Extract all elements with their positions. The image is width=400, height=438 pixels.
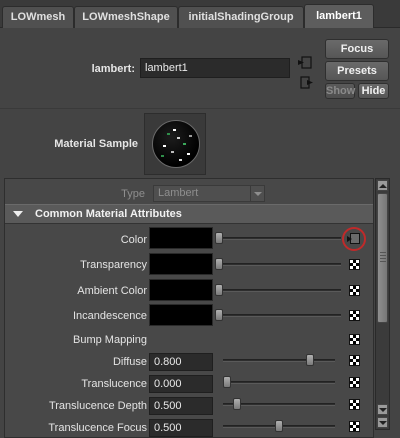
- texture-checker-icon[interactable]: [349, 285, 360, 296]
- incandescence-slider-thumb[interactable]: [215, 309, 223, 321]
- translucence-focus-slider-thumb[interactable]: [275, 420, 283, 432]
- material-sample-sphere: [152, 120, 200, 168]
- transparency-slider-thumb[interactable]: [215, 258, 223, 270]
- translucence-field[interactable]: 0.000: [149, 375, 213, 393]
- ambient-color-label: Ambient Color: [77, 285, 147, 297]
- type-label: Type: [121, 188, 145, 200]
- type-value: Lambert: [158, 187, 199, 199]
- color-slider[interactable]: [217, 237, 341, 240]
- output-connection-icon[interactable]: [300, 76, 314, 90]
- translucence-label: Translucence: [81, 378, 147, 390]
- highlight-circle: [342, 227, 366, 251]
- transparency-swatch[interactable]: [149, 253, 213, 275]
- type-dropdown[interactable]: Lambert: [153, 185, 265, 202]
- color-slider-thumb[interactable]: [215, 232, 223, 244]
- tab-lambert1[interactable]: lambert1: [304, 4, 374, 28]
- common-material-attributes-header[interactable]: Common Material Attributes: [5, 204, 373, 224]
- tab-initialshadinggroup[interactable]: initialShadingGroup: [178, 6, 304, 28]
- translucence-slider-thumb[interactable]: [223, 376, 231, 388]
- color-swatch[interactable]: [149, 227, 213, 249]
- scroll-down-button[interactable]: [377, 404, 388, 415]
- transparency-slider[interactable]: [217, 263, 341, 266]
- section-title: Common Material Attributes: [35, 208, 182, 220]
- diffuse-slider[interactable]: [223, 359, 335, 362]
- incandescence-slider[interactable]: [217, 314, 341, 317]
- ambient-color-swatch[interactable]: [149, 279, 213, 301]
- hide-button[interactable]: Hide: [358, 83, 389, 99]
- node-header: lambert: Focus Presets Show Hide: [0, 28, 400, 108]
- material-sample-label: Material Sample: [54, 138, 138, 150]
- translucence-slider[interactable]: [223, 381, 335, 384]
- incandescence-label: Incandescence: [73, 310, 147, 322]
- translucence-depth-slider-thumb[interactable]: [233, 398, 242, 410]
- texture-checker-icon[interactable]: [349, 355, 360, 366]
- tab-bar: LOWmesh LOWmeshShape initialShadingGroup…: [0, 0, 400, 28]
- node-name-label: lambert:: [91, 63, 135, 75]
- material-sample-swatch[interactable]: [144, 113, 206, 175]
- scroll-up-button[interactable]: [377, 180, 388, 191]
- color-label: Color: [120, 234, 147, 246]
- texture-checker-icon[interactable]: [349, 377, 360, 388]
- focus-button[interactable]: Focus: [325, 39, 389, 59]
- input-connection-icon[interactable]: [298, 56, 312, 70]
- texture-checker-icon[interactable]: [349, 399, 360, 410]
- chevron-down-icon: [250, 186, 264, 201]
- attribute-scrollbar[interactable]: [375, 178, 390, 430]
- tab-lowmesh[interactable]: LOWmesh: [2, 6, 74, 28]
- show-button[interactable]: Show: [325, 83, 355, 99]
- material-sample-row: Material Sample: [0, 108, 400, 178]
- translucence-focus-label: Translucence Focus: [48, 422, 147, 434]
- collapse-triangle-icon: [13, 211, 23, 217]
- translucence-focus-field[interactable]: 0.500: [149, 419, 213, 437]
- diffuse-field[interactable]: 0.800: [149, 353, 213, 371]
- ambient-color-slider[interactable]: [217, 289, 341, 292]
- ambient-color-slider-thumb[interactable]: [215, 284, 223, 296]
- scroll-down-button-2[interactable]: [377, 417, 388, 428]
- attribute-panel: Type Lambert Common Material Attributes …: [4, 178, 374, 438]
- texture-checker-icon[interactable]: [349, 259, 360, 270]
- node-name-field[interactable]: [140, 58, 290, 78]
- presets-button[interactable]: Presets: [325, 61, 389, 81]
- translucence-depth-label: Translucence Depth: [48, 400, 147, 412]
- transparency-label: Transparency: [80, 259, 147, 271]
- bump-mapping-label: Bump Mapping: [73, 334, 147, 346]
- texture-checker-icon[interactable]: [349, 334, 360, 345]
- translucence-depth-field[interactable]: 0.500: [149, 397, 213, 415]
- texture-checker-icon[interactable]: [349, 421, 360, 432]
- scroll-thumb[interactable]: [377, 193, 388, 323]
- tab-lowmeshshape[interactable]: LOWmeshShape: [74, 6, 178, 28]
- texture-checker-icon[interactable]: [349, 310, 360, 321]
- incandescence-swatch[interactable]: [149, 304, 213, 326]
- diffuse-label: Diffuse: [112, 356, 147, 368]
- diffuse-slider-thumb[interactable]: [306, 354, 315, 366]
